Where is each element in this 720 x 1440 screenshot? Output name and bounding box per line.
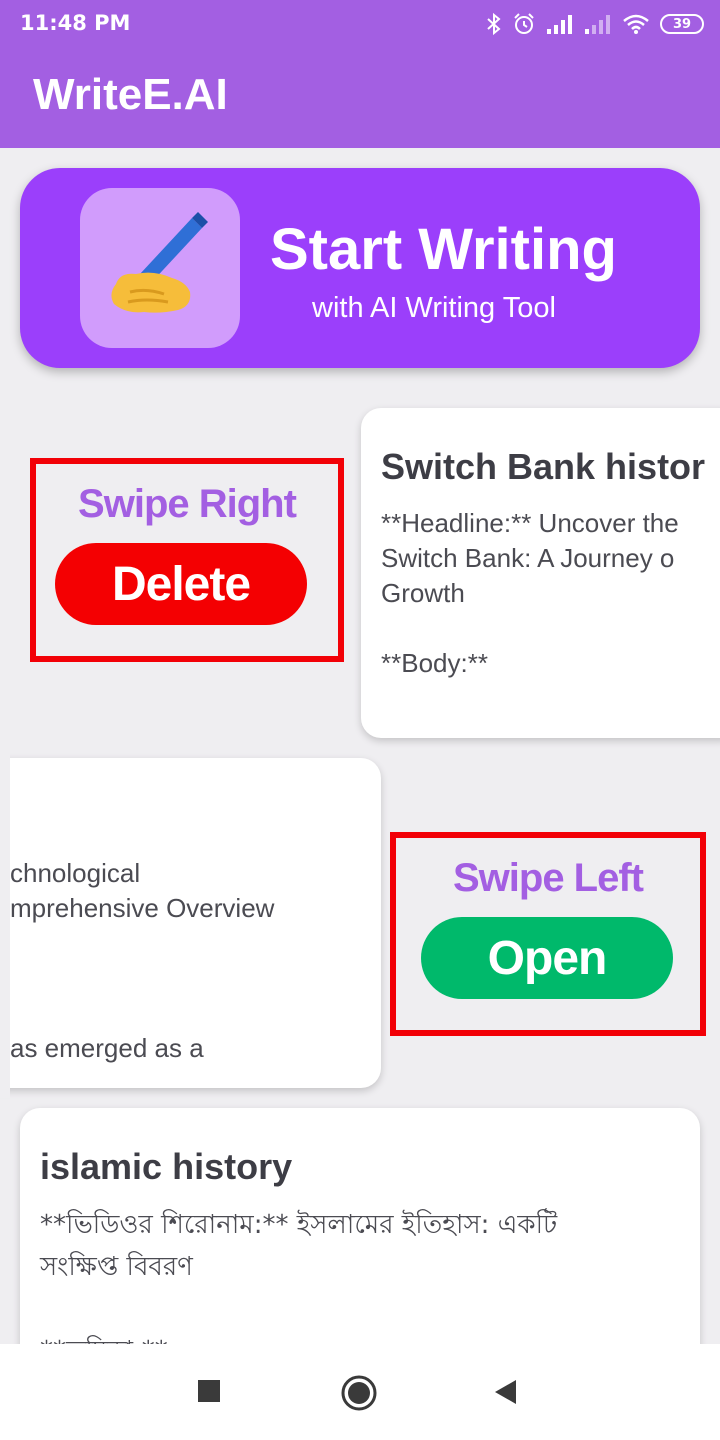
app-bar: WriteE.AI bbox=[0, 48, 720, 148]
bluetooth-icon bbox=[487, 12, 501, 36]
signal-weak-icon bbox=[585, 15, 610, 34]
note-card-title: Switch Bank histor bbox=[381, 446, 706, 487]
recents-square-icon[interactable] bbox=[196, 1378, 224, 1406]
note-card[interactable]: Switch Bank histor **Headline:** Uncover… bbox=[361, 408, 720, 738]
hero-subtitle: with AI Writing Tool bbox=[312, 292, 556, 324]
note-card[interactable]: chnological mprehensive Overview as emer… bbox=[0, 758, 381, 1088]
alarm-icon bbox=[514, 13, 534, 34]
app-title: WriteE.AI bbox=[33, 70, 228, 119]
battery-icon: 39 bbox=[660, 14, 704, 34]
navigation-bar bbox=[0, 1344, 720, 1440]
status-bar: 11:48 PM 39 bbox=[0, 0, 720, 48]
wifi-icon bbox=[623, 14, 649, 34]
back-triangle-icon[interactable] bbox=[492, 1378, 520, 1406]
delete-button[interactable]: Delete bbox=[55, 543, 307, 625]
signal-icon bbox=[547, 15, 572, 34]
swipe-left-hint: Swipe Left Open bbox=[390, 832, 706, 1036]
swipe-left-label: Swipe Left bbox=[452, 856, 644, 900]
start-writing-card[interactable]: Start Writing with AI Writing Tool bbox=[20, 168, 700, 368]
status-icons: 39 bbox=[486, 8, 704, 40]
note-card-title: islamic history bbox=[40, 1146, 293, 1187]
hero-title: Start Writing bbox=[270, 217, 617, 282]
swipe-right-label: Swipe Right bbox=[78, 482, 297, 526]
home-circle-icon[interactable] bbox=[340, 1374, 378, 1412]
note-card-body: chnological mprehensive Overview as emer… bbox=[10, 858, 275, 1063]
hero-icon-tile bbox=[80, 188, 240, 348]
note-card-body: **Headline:** Uncover the Switch Bank: A… bbox=[381, 508, 679, 678]
open-button[interactable]: Open bbox=[421, 917, 673, 999]
left-edge-strip bbox=[0, 748, 10, 1098]
swipe-right-hint: Swipe Right Delete bbox=[30, 458, 344, 662]
writing-hand-icon bbox=[111, 212, 208, 313]
status-time: 11:48 PM bbox=[20, 11, 131, 35]
